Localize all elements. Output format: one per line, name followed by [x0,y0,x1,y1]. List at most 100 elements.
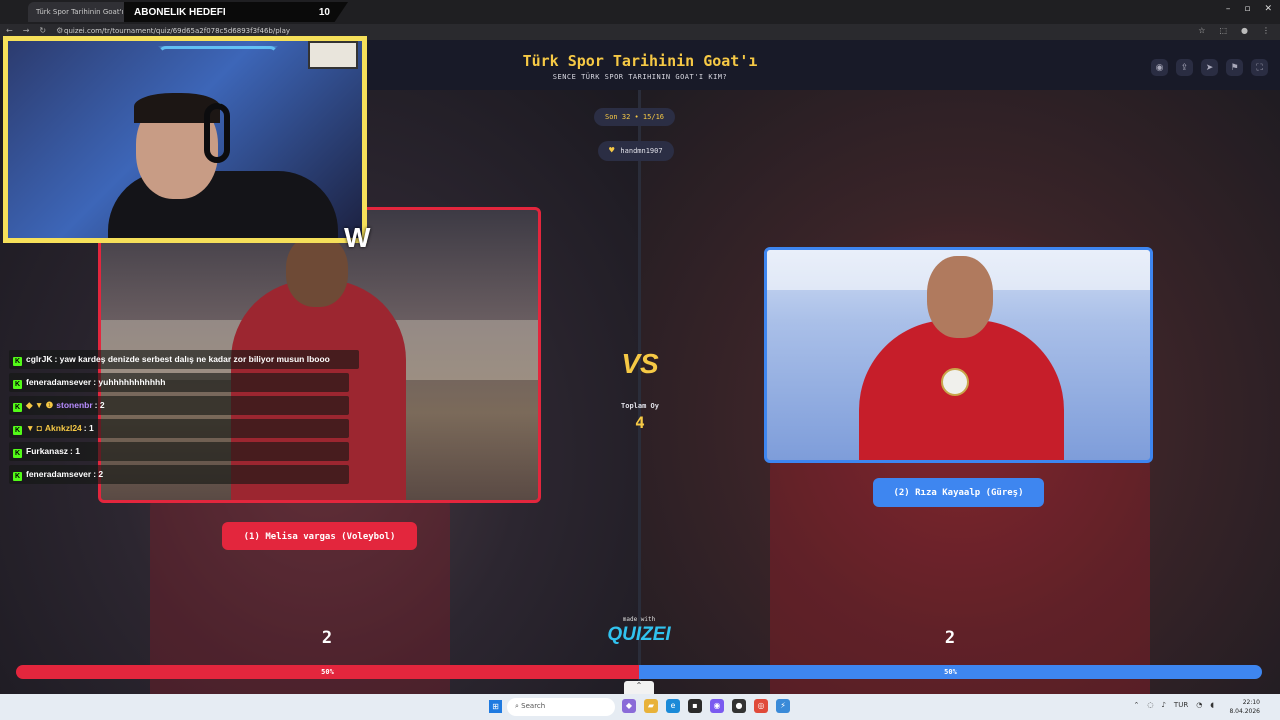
chat-badges: ◆ ▼ ❶ [26,400,54,410]
chat-text: : 2 [94,400,105,410]
share-icon[interactable]: ⇪ [1176,59,1193,76]
chrome-icon[interactable]: ◎ [754,699,768,713]
tab-bar: Türk Spor Tarihinin Goat'ı - Tie × ABONE… [0,0,1280,24]
bookmark-star-icon[interactable]: ☆ [1198,26,1205,35]
window-controls: – ▫ ✕ [1226,4,1272,14]
restore-icon[interactable]: ▫ [1244,4,1250,14]
forward-icon[interactable]: → [23,26,30,35]
webcam-overlay [3,36,367,243]
send-icon[interactable]: ➤ [1201,59,1218,76]
taskbar-apps: ◆ ▰ e ▪ ◉ ● ◎ ⚡ [622,699,790,713]
contestant-1-votes: 2 [321,628,333,648]
kick-badge-icon: K [13,403,22,412]
contestant-2-button[interactable]: (2) Rıza Kayaalp (Güreş) [873,478,1044,507]
round-indicator: Son 32 • 15/16 [594,108,676,126]
taskbar-search[interactable]: ⌕ Search [507,698,615,716]
volume-icon[interactable]: ◖ [1210,701,1214,709]
vs-icon: VS [621,348,659,379]
close-window-icon[interactable]: ✕ [1264,4,1272,14]
contestant-1-percent: 50% [16,665,639,679]
vote-progress-bar: 50% 50% [16,665,1262,679]
microphone-icon[interactable]: ♪ [1161,701,1165,709]
player-head [286,235,348,307]
goal-value: 10 [318,7,330,18]
app-icon[interactable]: ◆ [622,699,636,713]
edge-icon[interactable]: e [666,699,680,713]
fullscreen-icon[interactable]: ⛶ [1251,59,1268,76]
clock-date: 8.04.2026 [1229,708,1260,715]
profile-icon[interactable]: ● [1241,26,1248,35]
kick-badge-icon: K [13,449,22,458]
creator-name: handmn1907 [620,147,663,155]
chat-user: stonenbr [56,400,93,410]
windows-start-icon[interactable]: ⊞ [489,700,502,713]
chat-user: feneradamsever [26,469,92,479]
total-votes-label: Toplam Oy [621,402,659,410]
headset-icon [204,103,230,163]
browser-actions: ☆ ⬚ ● ⋮ [1198,26,1270,35]
obs-icon[interactable]: ● [732,699,746,713]
eye-icon[interactable]: ◉ [1151,59,1168,76]
windows-taskbar: ⊞ ⌕ Search ◆ ▰ e ▪ ◉ ● ◎ ⚡ ⌃ ◌ ♪ TUR ◔ ◖… [0,694,1280,720]
kick-badge-icon: K [13,426,22,435]
folder-icon[interactable]: ▰ [644,699,658,713]
heart-icon: ♥ [609,146,615,156]
extensions-icon[interactable]: ⬚ [1219,26,1227,35]
url-field[interactable]: quizei.com/tr/tournament/quiz/69d65a2f07… [64,27,290,35]
chat-message: KcglrJK: yaw kardeş denizde serbest dalı… [9,350,359,369]
kick-badge-icon: K [13,472,22,481]
discord-icon[interactable]: ◉ [710,699,724,713]
contestant-2-votes: 2 [944,628,956,648]
streamer-body [108,171,338,238]
chat-user: feneradamsever [26,377,92,387]
minimize-icon[interactable]: – [1226,4,1231,14]
kick-badge-icon: K [13,380,22,389]
reload-icon[interactable]: ↻ [39,26,46,35]
app-icon-2[interactable]: ⚡ [776,699,790,713]
contestant-2-card[interactable] [764,247,1153,463]
nav-buttons: ← → ↻ ⚙ [6,26,63,35]
chat-overlay: KcglrJK: yaw kardeş denizde serbest dalı… [9,350,359,488]
chat-text: : 1 [70,446,80,456]
contestant-2-percent: 50% [639,665,1262,679]
quizei-logo[interactable]: QUIZEI [598,624,680,646]
chat-user: Furkanasz [26,446,69,456]
chevron-up-icon[interactable]: ⌃ [624,681,654,694]
chat-message: K ◆ ▼ ❶ stonenbr: 2 [9,396,349,415]
chat-badges: ▼ ◘ [26,423,42,433]
site-info-icon[interactable]: ⚙ [56,26,63,35]
chat-message: K Furkanasz: 1 [9,442,349,461]
wall-poster [308,41,358,69]
chat-text: : 2 [93,469,104,479]
clock-time: 22:10 [1242,699,1260,706]
wifi-icon[interactable]: ◔ [1196,701,1202,709]
creator-badge[interactable]: ♥ handmn1907 [598,141,674,161]
made-with-label: made with [622,616,656,623]
flag-icon[interactable]: ⚑ [1226,59,1243,76]
channel-logo-icon: W [344,222,371,253]
chat-user: cglrJK [26,354,53,364]
network-icon[interactable]: ◌ [1147,701,1153,709]
language-indicator[interactable]: TUR [1174,701,1188,709]
terminal-icon[interactable]: ▪ [688,699,702,713]
player-head [927,256,993,338]
chat-user: Aknkzl24 [44,423,82,433]
back-icon[interactable]: ← [6,26,13,35]
medal [941,368,969,396]
kick-badge-icon: K [13,357,22,366]
chat-message: K ▼ ◘ Aknkzl24: 1 [9,419,349,438]
contestant-1-button[interactable]: (1) Melisa vargas (Voleybol) [222,522,417,550]
chat-text: : 1 [83,423,94,433]
goal-label: ABONELIK HEDEFI [134,7,226,18]
menu-icon[interactable]: ⋮ [1262,26,1270,35]
clock[interactable]: 22:10 8.04.2026 [1229,698,1260,716]
chat-message: Kfeneradamsever: yuhhhhhhhhhhh [9,373,349,392]
subscription-goal-banner: ABONELIK HEDEFI 10 [124,2,348,22]
system-tray: ⌃ ◌ ♪ TUR ◔ ◖ [1133,701,1214,709]
header-actions: ◉ ⇪ ➤ ⚑ ⛶ [1151,59,1268,76]
chevron-up-icon[interactable]: ⌃ [1133,701,1139,709]
total-votes-value: 4 [635,413,645,432]
chat-message: Kfeneradamsever: 2 [9,465,349,484]
chat-text: : yuhhhhhhhhhhh [93,377,166,387]
chat-text: : yaw kardeş denizde serbest dalış ne ka… [54,354,330,364]
